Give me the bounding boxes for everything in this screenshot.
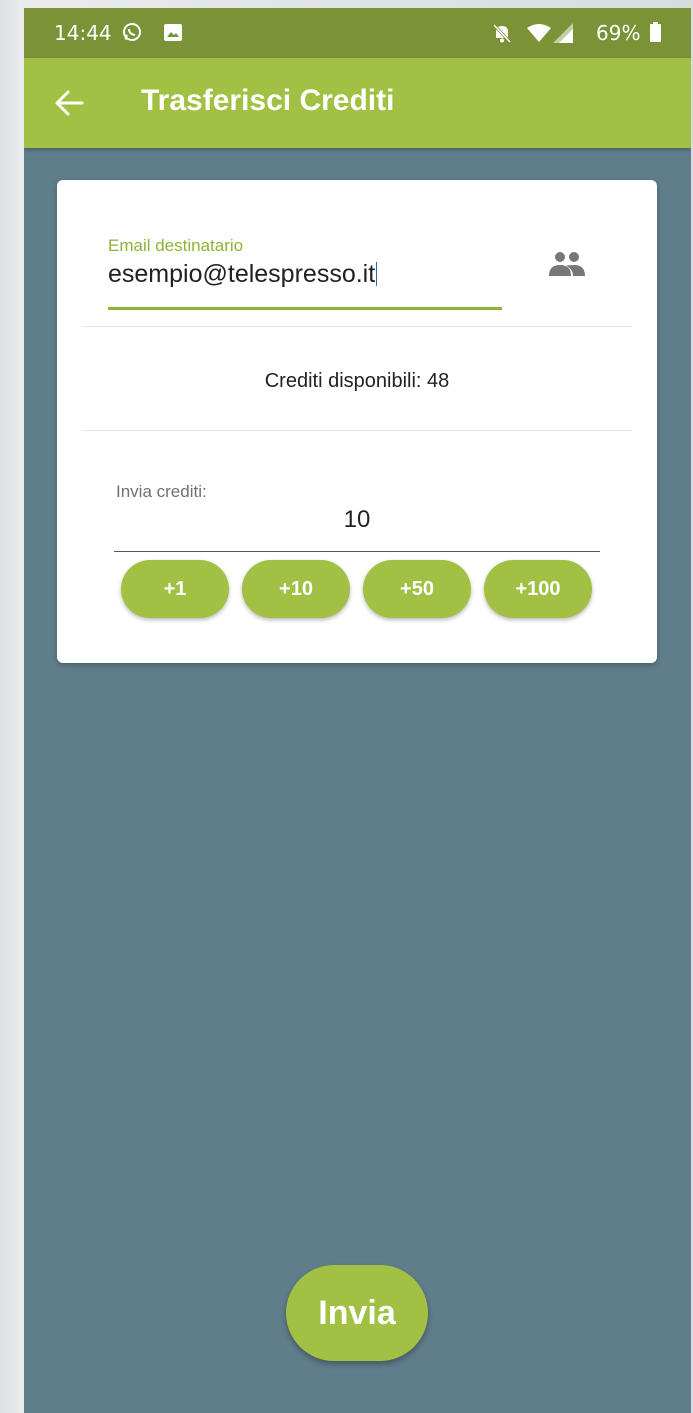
email-field[interactable]: esempio@telespresso.it — [108, 260, 378, 289]
text-caret — [376, 262, 378, 286]
wifi-icon — [527, 24, 551, 42]
available-credits: Crediti disponibili: 48 — [264, 370, 450, 392]
arrow-back-icon[interactable] — [54, 89, 84, 117]
plus-1-button[interactable]: +1 — [121, 560, 229, 618]
email-value: esempio@telespresso.it — [108, 260, 376, 288]
signal-icon — [553, 23, 573, 43]
image-icon — [164, 24, 182, 41]
send-credits-underline — [114, 551, 600, 552]
divider — [82, 326, 632, 327]
send-credits-input[interactable]: 10 — [114, 506, 600, 534]
send-button[interactable]: Invia — [286, 1265, 428, 1361]
plus-50-button[interactable]: +50 — [363, 560, 471, 618]
transfer-card: Email destinatario esempio@telespresso.i… — [57, 180, 657, 663]
page-title: Trasferisci Crediti — [141, 84, 395, 117]
status-bar: 14:44 69% — [24, 8, 691, 58]
email-label: Email destinatario — [108, 236, 244, 255]
app-bar: Trasferisci Crediti — [24, 58, 691, 148]
bell-off-icon — [492, 23, 512, 44]
battery-percent: 69% — [596, 21, 641, 45]
divider — [82, 430, 632, 431]
whatsapp-icon — [123, 23, 141, 41]
plus-100-button[interactable]: +100 — [484, 560, 592, 618]
send-credits-label: Invia crediti: — [116, 482, 207, 501]
email-field-underline — [108, 307, 502, 310]
status-time: 14:44 — [54, 21, 112, 45]
plus-10-button[interactable]: +10 — [242, 560, 350, 618]
contacts-icon[interactable] — [549, 250, 585, 276]
battery-icon — [650, 22, 661, 42]
phone-screen: 14:44 69% Trasferisci Crediti Email dest… — [24, 8, 691, 1413]
